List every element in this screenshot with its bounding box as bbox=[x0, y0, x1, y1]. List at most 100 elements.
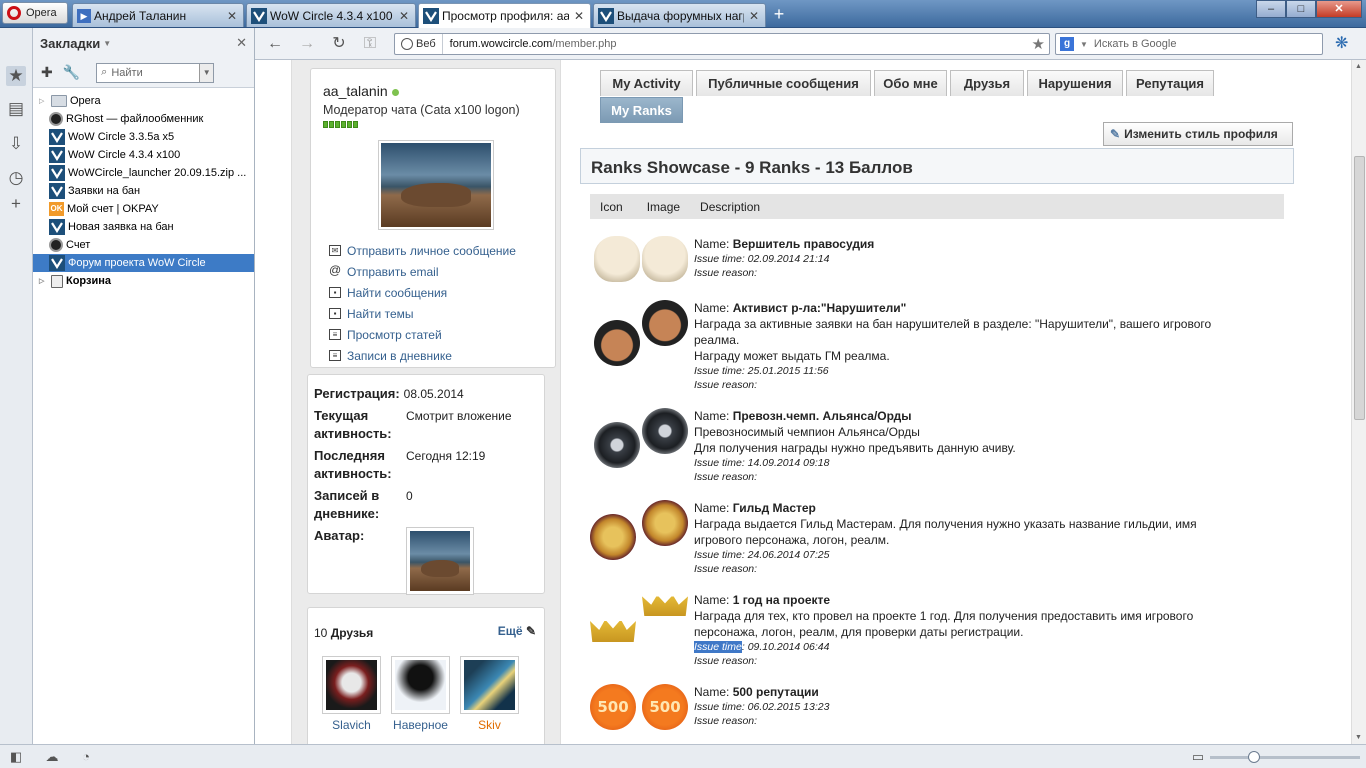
google-search-input[interactable]: g ▼ Искать в Google bbox=[1055, 33, 1323, 55]
bookmark-item[interactable]: WoWCircle_launcher 20.09.15.zip ... bbox=[33, 164, 254, 182]
address-field[interactable]: Веб forum.wowcircle.com/member.php ★ bbox=[394, 33, 1050, 55]
scroll-up-icon[interactable]: ▲ bbox=[1355, 63, 1362, 70]
extension-icon[interactable]: ❋ bbox=[1335, 33, 1348, 53]
stat-value: 08.05.2014 bbox=[403, 387, 464, 401]
add-bookmark-icon[interactable]: ✚ bbox=[41, 64, 53, 81]
bookmark-folder-trash[interactable]: ▷ Корзина bbox=[33, 272, 254, 290]
issue-time: Issue time: 09.10.2014 06:44 bbox=[694, 640, 1264, 654]
web-page: aa_talanin Модератор чата (Cata x100 log… bbox=[255, 60, 1351, 744]
bookmark-item[interactable]: Счет bbox=[33, 236, 254, 254]
panel-toggle-icon[interactable]: ◧ bbox=[8, 749, 24, 765]
tab-public-messages[interactable]: Публичные сообщения bbox=[696, 70, 871, 96]
page-scrollbar[interactable]: ▲ ▼ bbox=[1351, 60, 1366, 744]
opera-unite-cloud-icon[interactable]: ☁ bbox=[44, 749, 60, 765]
tab-wowcircle[interactable]: WoW Circle 4.3.4 x100 ✕ bbox=[246, 3, 416, 27]
wrench-icon[interactable]: 🔧 bbox=[63, 64, 80, 81]
maximize-button[interactable]: □ bbox=[1286, 0, 1316, 18]
zoom-slider-knob[interactable] bbox=[1248, 751, 1260, 763]
key-icon[interactable]: ⚿ bbox=[360, 34, 380, 54]
tab-close-icon[interactable]: ✕ bbox=[225, 9, 239, 23]
col-icon: Icon bbox=[600, 199, 623, 214]
tab-close-icon[interactable]: ✕ bbox=[397, 9, 411, 23]
scroll-down-icon[interactable]: ▼ bbox=[1355, 734, 1362, 741]
tab-violations[interactable]: Нарушения bbox=[1027, 70, 1123, 96]
tab-friends[interactable]: Друзья bbox=[950, 70, 1024, 96]
change-profile-style-button[interactable]: ✎ Изменить стиль профиля bbox=[1103, 122, 1293, 146]
expand-arrow-icon[interactable]: ▷ bbox=[39, 97, 46, 105]
friend-item[interactable]: Slavich bbox=[322, 656, 381, 732]
new-tab-button[interactable]: + bbox=[768, 5, 790, 25]
view-articles-link[interactable]: ≡ Просмотр статей bbox=[329, 324, 516, 345]
friend-item[interactable]: Skiv bbox=[460, 656, 519, 732]
friends-more-link[interactable]: Ещё ✎ bbox=[498, 624, 536, 638]
tab-my-activity[interactable]: My Activity bbox=[600, 70, 693, 96]
col-image: Image bbox=[646, 199, 681, 214]
expand-arrow-icon[interactable]: ▷ bbox=[39, 277, 46, 285]
bookmark-folder-opera[interactable]: ▷ Opera bbox=[33, 92, 254, 110]
bookmark-star-icon[interactable]: ★ bbox=[1032, 35, 1045, 53]
crown-image bbox=[642, 595, 688, 616]
chevron-down-icon[interactable]: ▼ bbox=[1080, 40, 1088, 49]
bookmarks-search-input[interactable]: ⌕ Найти ▼ bbox=[96, 62, 215, 83]
avatar[interactable] bbox=[406, 527, 474, 595]
selected-text: Issue time bbox=[694, 641, 742, 653]
dropdown-arrow-icon[interactable]: ▼ bbox=[199, 63, 214, 82]
bookmark-item[interactable]: Заявки на бан bbox=[33, 182, 254, 200]
bookmark-item[interactable]: WoW Circle 3.3.5a x5 bbox=[33, 128, 254, 146]
tab-close-icon[interactable]: ✕ bbox=[747, 9, 761, 23]
scrollbar-thumb[interactable] bbox=[1354, 156, 1365, 420]
blog-entries-link[interactable]: ≡ Записи в дневнике bbox=[329, 345, 516, 366]
bookmark-label: Opera bbox=[70, 95, 101, 107]
web-badge[interactable]: Веб bbox=[395, 34, 443, 54]
bookmark-label: Мой счет | OKPAY bbox=[67, 203, 159, 215]
bookmark-item[interactable]: WoW Circle 4.3.4 x100 bbox=[33, 146, 254, 164]
profile-actions: ✉ Отправить личное сообщение @ Отправить e… bbox=[329, 240, 516, 366]
close-panel-icon[interactable]: ✕ bbox=[236, 35, 247, 51]
envelope-icon: ✉ bbox=[329, 245, 341, 256]
url-text[interactable]: forum.wowcircle.com/member.php bbox=[443, 38, 617, 50]
reload-icon[interactable]: ↻ bbox=[329, 34, 349, 54]
friend-name[interactable]: Наверное bbox=[391, 718, 450, 732]
stat-value: Сегодня 12:19 bbox=[406, 449, 486, 463]
forward-arrow-icon[interactable]: → bbox=[297, 34, 317, 54]
minimize-button[interactable]: – bbox=[1256, 0, 1286, 18]
bookmark-item-selected[interactable]: Форум проекта WoW Circle bbox=[33, 254, 254, 272]
bookmark-item[interactable]: OK Мой счет | OKPAY bbox=[33, 200, 254, 218]
tab-my-ranks[interactable]: My Ranks bbox=[600, 97, 683, 123]
friend-item[interactable]: Наверное bbox=[391, 656, 450, 732]
notes-icon[interactable]: ▤ bbox=[6, 99, 26, 119]
send-pm-link[interactable]: ✉ Отправить личное сообщение bbox=[329, 240, 516, 261]
bookmark-item[interactable]: RGhost — файлообменник bbox=[33, 110, 254, 128]
downloads-icon[interactable]: ⇩ bbox=[6, 134, 26, 154]
friend-avatar[interactable] bbox=[391, 656, 450, 714]
tab-andrey[interactable]: ▶ Андрей Таланин ✕ bbox=[72, 3, 244, 27]
tab-close-icon[interactable]: ✕ bbox=[572, 9, 586, 23]
opera-menu-button[interactable]: Opera bbox=[2, 2, 68, 24]
bookmarks-star-icon[interactable]: ★ bbox=[6, 66, 26, 86]
history-clock-icon[interactable]: ◷ bbox=[6, 168, 26, 188]
bookmark-item[interactable]: Новая заявка на бан bbox=[33, 218, 254, 236]
close-window-button[interactable]: ✕ bbox=[1316, 0, 1362, 18]
friend-avatar[interactable] bbox=[460, 656, 519, 714]
tab-awards[interactable]: Выдача форумных нагр... ✕ bbox=[593, 3, 766, 27]
chevron-down-icon[interactable]: ▼ bbox=[103, 39, 111, 48]
find-threads-link[interactable]: ▪ Найти темы bbox=[329, 303, 516, 324]
view-icon[interactable]: ▭ bbox=[1190, 749, 1206, 765]
tab-about-me[interactable]: Обо мне bbox=[874, 70, 947, 96]
friend-avatar[interactable] bbox=[322, 656, 381, 714]
turbo-gauge-icon[interactable]: ◔ bbox=[78, 749, 94, 765]
zoom-slider[interactable] bbox=[1210, 751, 1360, 763]
browser-tab-bar: Opera ▶ Андрей Таланин ✕ WoW Circle 4.3.… bbox=[0, 0, 1366, 28]
send-email-link[interactable]: @ Отправить email bbox=[329, 261, 516, 282]
profile-picture[interactable] bbox=[378, 140, 494, 230]
friend-name[interactable]: Slavich bbox=[322, 718, 381, 732]
tab-profile[interactable]: Просмотр профиля: aa_... ✕ bbox=[418, 3, 591, 28]
bookmarks-title[interactable]: Закладки bbox=[40, 36, 100, 51]
back-arrow-icon[interactable]: ← bbox=[265, 34, 285, 54]
tab-reputation[interactable]: Репутация bbox=[1126, 70, 1214, 96]
friend-name[interactable]: Skiv bbox=[460, 718, 519, 732]
rank-name: Гильд Мастер bbox=[732, 501, 816, 515]
find-posts-link[interactable]: ▪ Найти сообщения bbox=[329, 282, 516, 303]
add-panel-icon[interactable]: + bbox=[6, 194, 26, 214]
friends-count: 10 bbox=[314, 626, 328, 640]
